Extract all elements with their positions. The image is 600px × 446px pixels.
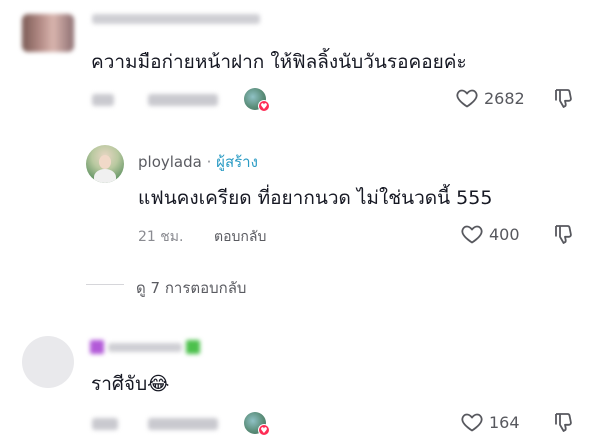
commenter-avatar[interactable]: [22, 14, 74, 52]
commenter-username[interactable]: [90, 340, 212, 356]
reply-button[interactable]: [148, 418, 218, 430]
like-count: 2682: [484, 88, 525, 108]
creator-username[interactable]: ploylada: [138, 153, 202, 171]
reply-timestamp: 21 ชม.: [138, 229, 184, 245]
thumbs-down-icon: [555, 413, 572, 432]
like-button[interactable]: 2682: [454, 86, 525, 110]
dislike-button[interactable]: [552, 410, 576, 438]
separator-dot: ·: [206, 153, 212, 171]
creator-liked-indicator: ♥: [244, 412, 274, 438]
reply-like-count: 400: [489, 224, 520, 244]
heart-outline-icon: [461, 413, 483, 432]
view-replies-divider: [86, 284, 124, 285]
comment-timestamp: [92, 94, 114, 106]
reply-button[interactable]: [148, 94, 218, 106]
commenter-username[interactable]: [92, 14, 260, 24]
like-button[interactable]: 164: [459, 410, 520, 434]
thumbs-down-icon: [555, 225, 572, 244]
dislike-button[interactable]: [552, 86, 576, 114]
thumbs-down-icon: [555, 89, 572, 108]
heart-outline-icon: [461, 225, 483, 244]
heart-badge-icon: ♥: [258, 424, 270, 436]
creator-liked-indicator: ♥: [244, 88, 274, 114]
comment-text: ราศีจับ😂: [91, 373, 170, 395]
reply-dislike-button[interactable]: [552, 222, 576, 250]
view-replies-button[interactable]: ดู 7 การตอบกลับ: [136, 276, 246, 300]
commenter-avatar[interactable]: [22, 336, 74, 388]
heart-badge-icon: ♥: [258, 100, 270, 112]
reply-text: แฟนคงเครียด ที่อยากนวด ไม่ใช่นวดนี้ 555: [138, 187, 493, 209]
comment-timestamp: [92, 418, 118, 430]
creator-avatar[interactable]: [86, 145, 124, 183]
heart-outline-icon: [456, 89, 478, 108]
like-count: 164: [489, 412, 520, 432]
creator-badge: ผู้สร้าง: [216, 153, 258, 171]
reply-button[interactable]: ตอบกลับ: [214, 226, 266, 248]
comment-text: ความมือก่ายหน้าฝาก ให้ฟิลลิ้งนับวันรอคอย…: [91, 51, 467, 73]
reply-like-button[interactable]: 400: [459, 222, 520, 246]
reply-header: ploylada · ผู้สร้าง: [138, 150, 258, 174]
